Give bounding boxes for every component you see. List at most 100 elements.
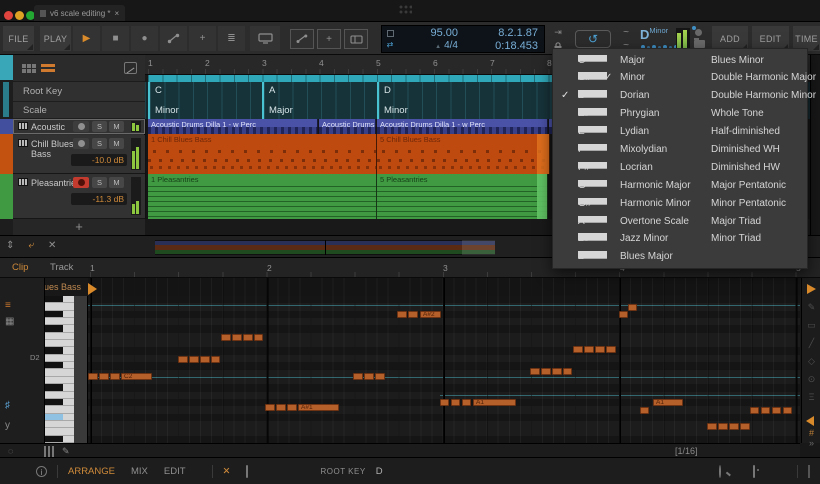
menu-scale-alt[interactable]: Major Triad xyxy=(711,216,761,227)
time-signature[interactable]: ▲4/4 xyxy=(398,40,458,51)
scale-menu-row[interactable]: C#✓MinorDouble Harmonic Major xyxy=(553,70,807,88)
midi-note[interactable] xyxy=(462,399,471,406)
tab-track[interactable]: Track xyxy=(50,262,73,273)
midi-note[interactable] xyxy=(783,407,792,414)
midi-note[interactable] xyxy=(707,423,717,430)
bass-clip[interactable]: 5 Chill Blues Bass xyxy=(377,134,550,174)
view-mix[interactable]: MIX xyxy=(131,466,148,477)
midi-note[interactable] xyxy=(628,304,637,311)
midi-note[interactable] xyxy=(232,334,242,341)
audition-speaker-icon[interactable] xyxy=(806,416,814,426)
transport-display[interactable]: ⇄ 95.00 ▲4/4 8.2.1.87 0:18.453 xyxy=(381,25,545,53)
midi-note[interactable] xyxy=(243,334,253,341)
search-icon[interactable] xyxy=(719,465,721,478)
piano-key[interactable] xyxy=(45,296,74,303)
scale-selection-menu[interactable]: CMajorBlues MinorC#✓MinorDouble Harmonic… xyxy=(552,48,808,269)
midi-note[interactable] xyxy=(364,373,374,380)
menu-root-key[interactable]: E♭ xyxy=(578,108,607,115)
mute-button[interactable]: M xyxy=(109,138,124,149)
menu-root-key[interactable]: F xyxy=(578,144,607,151)
scale-section[interactable]: Major xyxy=(262,102,377,119)
menu-root-key[interactable]: E xyxy=(578,126,607,133)
piano-key[interactable] xyxy=(45,318,74,325)
menu-scale-alt[interactable]: Blues Minor xyxy=(711,55,764,66)
midi-note[interactable]: C2 xyxy=(121,373,152,380)
scale-menu-row[interactable]: G#Harmonic MinorMinor Pentatonic xyxy=(553,195,807,213)
menu-scale-alt[interactable]: Whole Tone xyxy=(711,108,764,119)
root-key-value[interactable]: D xyxy=(376,466,383,477)
midi-note[interactable] xyxy=(595,346,605,353)
menu-scale[interactable]: Major xyxy=(620,55,645,66)
drum-clip[interactable]: Acoustic Drums Di xyxy=(319,119,376,134)
midi-note[interactable] xyxy=(110,373,120,380)
midi-note[interactable] xyxy=(772,407,781,414)
eraser-tool-icon[interactable]: ▭ xyxy=(802,320,820,331)
menu-scale-alt[interactable]: Minor Triad xyxy=(711,233,761,244)
midi-note[interactable] xyxy=(211,356,220,363)
scale-menu-row[interactable]: BBlues Major xyxy=(553,249,807,267)
fold-notes-icon[interactable]: ≡ xyxy=(5,300,11,311)
menu-scale[interactable]: Lydian xyxy=(620,126,649,137)
midi-note[interactable] xyxy=(750,407,759,414)
menu-root-key[interactable]: F# xyxy=(578,162,607,169)
follow-playhead-icon[interactable]: ⇄ xyxy=(387,40,394,49)
show-automation-button[interactable] xyxy=(290,29,314,49)
automation-lane-icon[interactable] xyxy=(124,62,137,74)
menu-scale-alt[interactable]: Diminished HW xyxy=(711,162,780,173)
info-icon[interactable]: i xyxy=(36,466,47,477)
midi-note[interactable] xyxy=(353,373,363,380)
midi-note[interactable] xyxy=(99,373,109,380)
clip-launcher-icon[interactable] xyxy=(246,465,248,478)
piano-key[interactable] xyxy=(45,384,74,391)
scale-menu-row[interactable]: AOvertone ScaleMajor Triad xyxy=(553,213,807,231)
track-header-chill-blues-bass[interactable]: Chill Blues Bass S M -10.0 dB xyxy=(13,135,145,174)
tab-clip[interactable]: Clip xyxy=(12,262,28,273)
midi-note[interactable] xyxy=(221,334,231,341)
transport-record-button[interactable]: ● xyxy=(131,26,158,51)
mute-button[interactable]: M xyxy=(109,177,124,188)
scale-menu-row[interactable]: GHarmonic MajorMajor Pentatonic xyxy=(553,177,807,195)
menu-scale-alt[interactable]: Minor Pentatonic xyxy=(711,198,786,209)
piano-key[interactable] xyxy=(45,333,74,340)
midi-note[interactable] xyxy=(718,423,728,430)
menu-scale-alt[interactable]: Double Harmonic Minor xyxy=(711,90,816,101)
midi-note[interactable] xyxy=(451,399,460,406)
tempo-value[interactable]: 95.00 xyxy=(398,27,458,39)
midi-note[interactable] xyxy=(287,404,297,411)
minimap-view-region[interactable] xyxy=(462,240,495,255)
fade-in-icon[interactable]: ~ xyxy=(617,27,635,38)
window-close-button[interactable] xyxy=(4,11,13,20)
piano-icon[interactable] xyxy=(808,465,810,478)
midi-note[interactable] xyxy=(254,334,263,341)
fold-chevrons-icon[interactable]: » xyxy=(802,438,820,448)
menu-scale[interactable]: Overtone Scale xyxy=(620,216,689,227)
menu-scale-alt[interactable]: Half-diminished xyxy=(711,126,780,137)
loop-selection-icon[interactable] xyxy=(387,30,394,37)
menu-scale[interactable]: Blues Major xyxy=(620,251,673,262)
scale-lane-header[interactable]: Scale xyxy=(13,102,145,119)
root-key-lane-header[interactable]: Root Key xyxy=(13,82,145,102)
add-track-button[interactable]: + xyxy=(317,29,341,49)
knife-tool-icon[interactable]: ╱ xyxy=(802,338,820,349)
midi-note[interactable] xyxy=(88,373,98,380)
scale-menu-row[interactable]: CMajorBlues Minor xyxy=(553,52,807,70)
menu-root-key[interactable]: D xyxy=(578,90,607,97)
midi-note[interactable] xyxy=(265,404,275,411)
midi-note[interactable]: A#1 xyxy=(298,404,339,411)
piano-key[interactable] xyxy=(45,414,74,421)
scale-highlight-icon[interactable]: ♯ xyxy=(5,400,10,411)
project-tab[interactable]: v6 scale editing * × xyxy=(34,5,125,21)
arrangement-minimap[interactable] xyxy=(155,240,495,255)
vertical-zoom-icon[interactable]: ⇕ xyxy=(6,240,14,251)
keys-clip[interactable]: 1 Pleasantries xyxy=(148,174,377,219)
track-header-pleasantries[interactable]: Pleasantries S M -11.3 dB xyxy=(13,174,145,219)
menu-scale[interactable]: Dorian xyxy=(620,90,649,101)
play-menu-button[interactable]: PLAY xyxy=(40,26,71,51)
grid-resolution-value[interactable]: [1/16] xyxy=(675,446,698,456)
pointer-tool-icon[interactable] xyxy=(807,284,816,294)
midi-note[interactable] xyxy=(552,368,562,375)
menu-scale[interactable]: Phrygian xyxy=(620,108,659,119)
midi-note[interactable] xyxy=(178,356,188,363)
transport-stop-button[interactable]: ■ xyxy=(102,26,129,51)
solo-button[interactable]: S xyxy=(92,138,107,149)
